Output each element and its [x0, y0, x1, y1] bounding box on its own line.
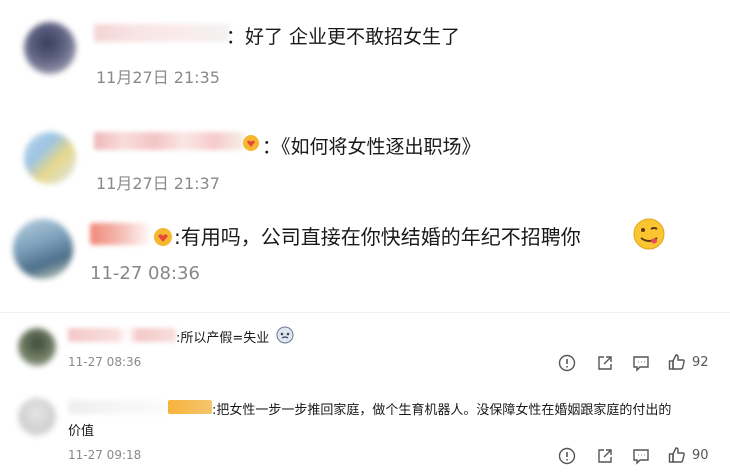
like-icon[interactable]	[668, 353, 686, 371]
comment-text: ：好了 企业更不敢招女生了	[226, 26, 461, 48]
comment-text: :有用吗，公司直接在你快结婚的年纪不招聘你	[174, 225, 581, 249]
username[interactable]	[94, 24, 230, 42]
comment-text-line2: 价值	[68, 424, 95, 439]
badge-icon	[152, 227, 174, 247]
comment-time: 11-27 08:36	[68, 355, 142, 369]
comment-time: 11月27日 21:37	[96, 174, 220, 193]
comment-text: :所以产假=失业	[176, 331, 270, 346]
avatar[interactable]	[24, 132, 76, 184]
avatar[interactable]	[18, 398, 56, 436]
comment-5: :把女性一步一步推回家庭，做个生育机器人。没保障女性在婚姻跟家庭的付出的 价值 …	[0, 388, 730, 473]
report-icon[interactable]	[558, 354, 576, 372]
comment-1: ：好了 企业更不敢招女生了 11月27日 21:35	[0, 0, 730, 110]
report-icon[interactable]	[558, 447, 576, 465]
avatar[interactable]	[18, 328, 56, 366]
username[interactable]	[68, 328, 176, 342]
comment-4: :所以产假=失业 11-27 08:36 92	[0, 318, 730, 388]
username[interactable]	[68, 400, 168, 414]
comment-icon[interactable]	[632, 447, 650, 465]
like-icon[interactable]	[668, 446, 686, 464]
username[interactable]	[90, 223, 152, 245]
share-icon[interactable]	[596, 447, 614, 465]
badge-icon	[241, 134, 261, 152]
emoji-icon	[276, 326, 294, 344]
fan-badge	[168, 400, 212, 414]
comment-time: 11-27 09:18	[68, 448, 142, 462]
avatar[interactable]	[13, 219, 73, 279]
section-divider	[0, 312, 730, 313]
comment-time: 11-27 08:36	[90, 263, 200, 284]
comment-time: 11月27日 21:35	[96, 68, 220, 87]
comment-2: ：《如何将女性逐出职场》 11月27日 21:37	[0, 110, 730, 200]
comment-icon[interactable]	[632, 354, 650, 372]
like-count: 92	[692, 355, 709, 370]
avatar[interactable]	[24, 22, 76, 74]
emoji-icon	[632, 217, 666, 251]
comment-text: ：《如何将女性逐出职场》	[262, 136, 481, 158]
comment-text-line1: :把女性一步一步推回家庭，做个生育机器人。没保障女性在婚姻跟家庭的付出的	[212, 403, 672, 418]
like-count: 90	[692, 448, 709, 463]
comment-3: :有用吗，公司直接在你快结婚的年纪不招聘你 11-27 08:36	[0, 205, 730, 310]
username[interactable]	[94, 132, 244, 150]
share-icon[interactable]	[596, 354, 614, 372]
